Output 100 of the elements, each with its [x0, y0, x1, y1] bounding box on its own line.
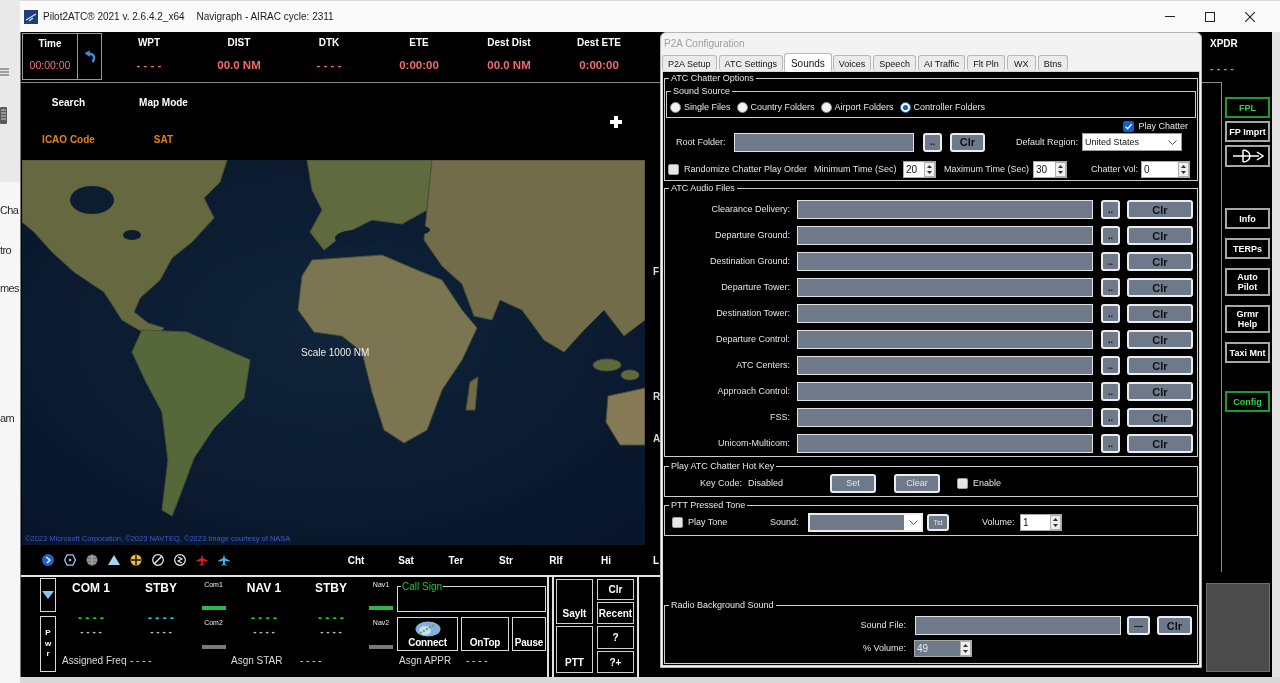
region-dropdown[interactable]: United States: [1082, 133, 1182, 151]
sidebar-button[interactable]: Info: [1225, 208, 1270, 229]
tab[interactable]: P2A Setup: [662, 55, 717, 71]
panel-button[interactable]: OnTop: [461, 617, 509, 651]
sidebar-button[interactable]: TERPs: [1225, 238, 1270, 259]
layer-toggle[interactable]: Rlf: [549, 554, 563, 566]
checkbox[interactable]: [957, 477, 968, 489]
browse-button[interactable]: ..: [1101, 408, 1120, 427]
power-button[interactable]: Pwr: [40, 616, 56, 672]
hexagon-icon[interactable]: [64, 554, 76, 566]
number-spinner[interactable]: 49: [914, 640, 972, 657]
clear-button[interactable]: Clr: [950, 132, 985, 152]
audio-file-field[interactable]: [797, 408, 1093, 427]
spin-arrows-icon[interactable]: [1055, 161, 1066, 177]
action-button[interactable]: Recent: [597, 602, 634, 624]
tab[interactable]: WX: [1006, 55, 1036, 71]
spin-arrows-icon[interactable]: [960, 641, 971, 656]
plus-icon[interactable]: [610, 115, 622, 128]
clear-button[interactable]: Clr: [1127, 408, 1193, 427]
clear-button[interactable]: Clear: [894, 473, 940, 493]
audio-file-field[interactable]: [797, 356, 1093, 375]
radio-button[interactable]: [736, 101, 748, 113]
browse-button[interactable]: ..: [1101, 382, 1120, 401]
indicator-bar-icon[interactable]: [201, 606, 226, 610]
clear-button[interactable]: Clr: [1127, 382, 1193, 401]
clear-button[interactable]: Clr: [1127, 200, 1193, 219]
panel-button[interactable]: Connect: [397, 617, 458, 651]
frequency-value[interactable]: - - - -: [148, 611, 174, 625]
audio-file-field[interactable]: [797, 278, 1093, 297]
browse-button[interactable]: ..: [1101, 304, 1120, 323]
sidebar-button[interactable]: Config: [1225, 391, 1270, 412]
close-icon[interactable]: [1245, 11, 1255, 22]
sidebar-button[interactable]: FP Imprt: [1225, 121, 1270, 142]
clear-button[interactable]: Clr: [1127, 330, 1193, 349]
spin-arrows-icon[interactable]: [1178, 161, 1189, 177]
tab[interactable]: Btns: [1037, 55, 1068, 71]
clear-button[interactable]: Clr: [1127, 252, 1193, 271]
radio-button[interactable]: [820, 101, 832, 113]
browse-button[interactable]: ..: [1101, 434, 1120, 453]
maximize-icon[interactable]: [1205, 11, 1215, 22]
audio-file-field[interactable]: [797, 434, 1093, 453]
reset-button[interactable]: [78, 33, 102, 80]
audio-file-field[interactable]: [797, 330, 1093, 349]
sidebar-button[interactable]: FPL: [1225, 97, 1270, 118]
audio-file-field[interactable]: [797, 252, 1093, 271]
clear-button[interactable]: Clr: [1127, 434, 1193, 453]
layer-toggle[interactable]: Hi: [601, 554, 611, 566]
action-button[interactable]: ?: [597, 626, 634, 649]
number-spinner[interactable]: 20: [903, 160, 936, 178]
action-button[interactable]: SayIt: [556, 579, 593, 624]
sidebar-button[interactable]: Taxi Mnt: [1225, 342, 1270, 363]
layer-toggle[interactable]: Sat: [398, 554, 414, 566]
clear-button[interactable]: Clr: [1157, 616, 1192, 635]
action-button[interactable]: Clr: [597, 579, 634, 600]
tab[interactable]: Speech: [873, 55, 916, 71]
set-button[interactable]: Set: [830, 473, 876, 493]
dropdown-button[interactable]: [40, 578, 56, 612]
clear-button[interactable]: Clr: [1127, 226, 1193, 245]
tab[interactable]: Voices: [832, 55, 872, 71]
triangle-icon[interactable]: [108, 554, 120, 566]
browse-button[interactable]: ..: [923, 132, 942, 152]
browse-button[interactable]: ..: [1101, 278, 1120, 297]
sidebar-button[interactable]: [1225, 145, 1270, 167]
audio-file-field[interactable]: [797, 304, 1093, 323]
frequency-value[interactable]: - - - -: [318, 611, 344, 625]
checkbox[interactable]: [668, 163, 679, 175]
folder-path-field[interactable]: [734, 132, 914, 152]
audio-file-field[interactable]: [797, 226, 1093, 245]
sound-file-field[interactable]: [915, 616, 1121, 635]
tab[interactable]: ATC Settings: [718, 55, 783, 71]
indicator-bar-icon[interactable]: [201, 645, 226, 649]
control-value[interactable]: ICAO Code: [42, 134, 95, 146]
browse-button[interactable]: ..: [1101, 200, 1120, 219]
call-sign-field[interactable]: Call Sign: [397, 581, 546, 612]
sound-dropdown[interactable]: [808, 512, 923, 532]
clear-button[interactable]: Clr: [1127, 278, 1193, 297]
audio-file-field[interactable]: [797, 382, 1093, 401]
radio-button[interactable]: [899, 101, 911, 113]
sidebar-button[interactable]: Grmr Help: [1225, 305, 1270, 333]
layer-toggle[interactable]: Cht: [347, 554, 365, 566]
sidebar-button[interactable]: Auto Pilot: [1225, 268, 1270, 296]
zigzag-circle-icon[interactable]: [174, 554, 186, 566]
airplane-icon[interactable]: [196, 554, 208, 566]
slashed-circle-icon[interactable]: [152, 554, 164, 566]
spin-arrows-icon[interactable]: [1050, 514, 1061, 530]
checkbox[interactable]: [672, 516, 683, 528]
tab[interactable]: Sounds: [783, 53, 832, 72]
number-spinner[interactable]: 30: [1033, 160, 1067, 178]
action-button[interactable]: PTT: [556, 626, 593, 673]
layer-toggle[interactable]: Str: [499, 554, 513, 566]
browse-button[interactable]: —: [1127, 616, 1150, 635]
browse-button[interactable]: ..: [1101, 356, 1120, 375]
frequency-value[interactable]: - - - -: [78, 611, 104, 625]
spin-arrows-icon[interactable]: [924, 161, 935, 177]
audio-file-field[interactable]: [797, 200, 1093, 219]
frequency-value[interactable]: - - - -: [251, 611, 277, 625]
control-value[interactable]: SAT: [153, 134, 174, 146]
disc-icon[interactable]: [42, 554, 54, 566]
panel-button[interactable]: Pause: [512, 617, 546, 651]
layer-toggle[interactable]: Ter: [448, 554, 464, 566]
